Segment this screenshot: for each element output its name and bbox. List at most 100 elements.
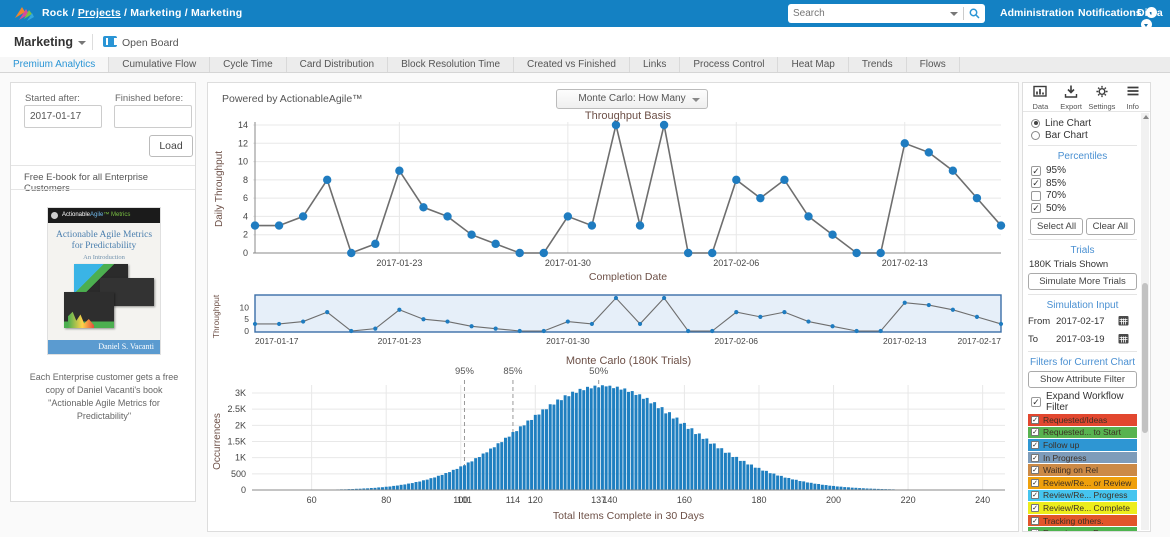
open-board-link[interactable]: Open Board xyxy=(122,37,179,49)
checkbox-icon[interactable]: ✓ xyxy=(1031,466,1039,474)
board-selector-caret-icon[interactable] xyxy=(78,41,86,45)
ebook-author: Daniel S. Vacanti xyxy=(48,340,160,354)
workflow-filter-experimen-progress[interactable]: ✓Experimen... Progress xyxy=(1028,527,1137,531)
tab-card-distribution[interactable]: Card Distribution xyxy=(287,57,388,72)
tab-premium-analytics[interactable]: Premium Analytics xyxy=(0,57,109,72)
calendar-icon[interactable] xyxy=(1118,315,1129,329)
data-icon xyxy=(1033,85,1047,98)
tab-links[interactable]: Links xyxy=(630,57,680,72)
range-selection-box[interactable] xyxy=(255,295,1001,332)
divider xyxy=(11,165,195,166)
export-download-icon xyxy=(1064,85,1078,98)
workflow-filter-waiting-on-rel[interactable]: ✓Waiting on Rel xyxy=(1028,464,1137,476)
breadcrumb-root[interactable]: Rock / xyxy=(42,7,75,19)
tab-block-resolution-time[interactable]: Block Resolution Time xyxy=(388,57,514,72)
percentile-option-70[interactable]: 70% xyxy=(1028,190,1137,201)
workflow-filter-requested-ideas[interactable]: ✓Requested/Ideas xyxy=(1028,414,1137,426)
simulation-from-value[interactable]: 2017-02-17 xyxy=(1056,316,1118,327)
percentile-option-50[interactable]: ✓50% xyxy=(1028,203,1137,214)
checkbox-icon[interactable]: ✓ xyxy=(1031,517,1039,525)
checkbox-icon[interactable] xyxy=(1031,191,1041,201)
workflow-filter-review-re-progress[interactable]: ✓Review/Re... Progress xyxy=(1028,490,1137,502)
workflow-filter-tracking-others-[interactable]: ✓Tracking others. xyxy=(1028,515,1137,527)
export-button[interactable]: Export xyxy=(1056,85,1086,111)
clear-all-button[interactable]: Clear All xyxy=(1086,218,1135,235)
calendar-icon[interactable] xyxy=(1118,333,1129,347)
chart-type-option-bar-chart[interactable]: Bar Chart xyxy=(1028,130,1137,141)
throughput-range-selector[interactable]: 05102017-01-172017-01-232017-01-302017-0… xyxy=(210,283,1016,348)
info-button[interactable]: Info xyxy=(1118,85,1148,111)
filter-sidebar: Started after: Finished before: Load Fre… xyxy=(10,82,196,502)
settings-button[interactable]: Settings xyxy=(1087,85,1117,111)
search-input[interactable] xyxy=(793,8,950,19)
checkbox-icon[interactable]: ✓ xyxy=(1031,454,1039,462)
percentile-option-85[interactable]: ✓85% xyxy=(1028,178,1137,189)
tab-flows[interactable]: Flows xyxy=(907,57,960,72)
checkbox-icon[interactable]: ✓ xyxy=(1031,529,1039,531)
filters-heading: Filters for Current Chart xyxy=(1028,357,1137,368)
board-selector[interactable]: Marketing xyxy=(14,35,73,49)
simulation-to-label: To xyxy=(1028,334,1056,345)
started-after-input[interactable] xyxy=(24,105,102,128)
svg-text:Throughput Basis: Throughput Basis xyxy=(585,110,672,122)
checkbox-icon[interactable]: ✓ xyxy=(1031,491,1039,499)
checkbox-icon[interactable]: ✓ xyxy=(1031,504,1039,512)
breadcrumb-path[interactable]: / Marketing / Marketing xyxy=(124,7,242,19)
tab-created-vs-finished[interactable]: Created vs Finished xyxy=(514,57,630,72)
workflow-filter-follow-up[interactable]: ✓Follow up xyxy=(1028,439,1137,451)
workflow-filter-review-re-or-review[interactable]: ✓Review/Re... or Review xyxy=(1028,477,1137,489)
ebook-banner-text: Free E-book for all Enterprise Customers xyxy=(24,172,195,194)
select-all-button[interactable]: Select All xyxy=(1030,218,1083,235)
tab-cycle-time[interactable]: Cycle Time xyxy=(210,57,286,72)
trials-heading: Trials xyxy=(1028,245,1137,256)
load-button[interactable]: Load xyxy=(149,135,193,157)
percentile-option-95[interactable]: ✓95% xyxy=(1028,165,1137,176)
checkbox-icon[interactable]: ✓ xyxy=(1031,178,1041,188)
search-icon[interactable] xyxy=(969,8,980,19)
tab-cumulative-flow[interactable]: Cumulative Flow xyxy=(109,57,210,72)
checkbox-icon[interactable]: ✓ xyxy=(1031,416,1039,424)
simulation-to-value[interactable]: 2017-03-19 xyxy=(1056,334,1118,345)
administration-link[interactable]: Administration xyxy=(1000,7,1074,19)
checkbox-icon[interactable]: ✓ xyxy=(1031,479,1039,487)
svg-text:2017-02-06: 2017-02-06 xyxy=(713,258,759,268)
simulate-more-trials-button[interactable]: Simulate More Trials xyxy=(1028,273,1137,290)
scrollbar-thumb[interactable] xyxy=(1142,283,1148,433)
svg-text:60: 60 xyxy=(307,495,317,505)
radio-icon[interactable] xyxy=(1031,131,1040,140)
checkbox-icon[interactable]: ✓ xyxy=(1031,203,1041,213)
checkbox-icon[interactable]: ✓ xyxy=(1031,166,1041,176)
finished-before-input[interactable] xyxy=(114,105,192,128)
ebook-brand: ActionableAgile™ Metrics xyxy=(48,208,160,223)
svg-text:85%: 85% xyxy=(503,366,523,377)
percentile-label: 70% xyxy=(1046,190,1066,201)
workflow-filter-requested-to-start[interactable]: ✓ Requested... to Start xyxy=(1028,427,1137,439)
svg-text:2K: 2K xyxy=(235,420,246,430)
svg-text:2: 2 xyxy=(243,230,248,240)
scrollbar-up-arrow-icon[interactable] xyxy=(1143,115,1149,119)
svg-text:2017-02-17: 2017-02-17 xyxy=(958,336,1002,346)
tab-heat-map[interactable]: Heat Map xyxy=(778,57,848,72)
svg-text:2017-02-13: 2017-02-13 xyxy=(882,258,928,268)
checkbox-icon[interactable]: ✓ xyxy=(1031,397,1041,407)
checkbox-icon[interactable]: ✓ xyxy=(1031,441,1039,449)
tab-process-control[interactable]: Process Control xyxy=(680,57,778,72)
chart-type-dropdown[interactable]: Monte Carlo: How Many xyxy=(556,89,708,109)
app-logo-icon[interactable] xyxy=(13,5,35,22)
workflow-filter-review-re-complete[interactable]: ✓Review/Re... Complete xyxy=(1028,502,1137,514)
checkbox-icon[interactable]: ✓ xyxy=(1031,428,1039,436)
breadcrumb-projects-link[interactable]: Projects xyxy=(78,7,121,19)
svg-text:2017-01-17: 2017-01-17 xyxy=(255,336,299,346)
tab-trends[interactable]: Trends xyxy=(849,57,907,72)
workflow-filter-in-progress[interactable]: ✓In Progress xyxy=(1028,452,1137,464)
data-button[interactable]: Data xyxy=(1025,85,1055,111)
svg-text:3K: 3K xyxy=(235,388,246,398)
sidebar-scrollbar[interactable] xyxy=(1141,113,1149,530)
chart-type-option-line-chart[interactable]: Line Chart xyxy=(1028,118,1137,129)
search-scope-caret-icon[interactable] xyxy=(950,12,958,16)
workflow-filter-label: Requested... to Start xyxy=(1043,427,1121,437)
board-icon[interactable] xyxy=(103,36,117,47)
show-attribute-filter-button[interactable]: Show Attribute Filter xyxy=(1028,371,1137,388)
radio-icon[interactable] xyxy=(1031,119,1040,128)
expand-workflow-filter-toggle[interactable]: ✓Expand Workflow Filter xyxy=(1028,391,1137,413)
